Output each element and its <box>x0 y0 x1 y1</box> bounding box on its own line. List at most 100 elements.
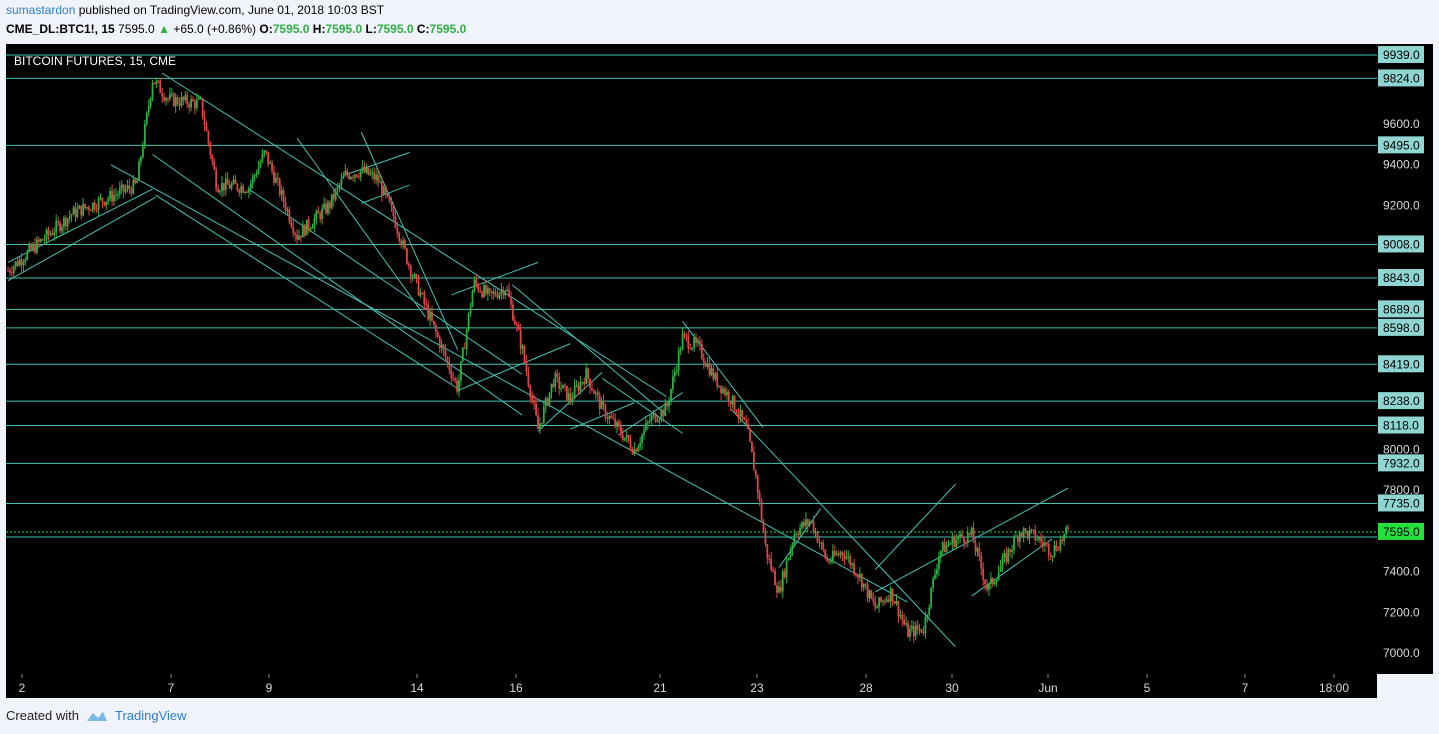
candle-body <box>849 556 852 566</box>
candle-body <box>650 415 653 421</box>
candle-body <box>778 586 780 593</box>
candle-body <box>336 186 339 190</box>
candle-body <box>311 227 314 229</box>
candle-body <box>806 519 809 525</box>
candle-body <box>656 420 659 422</box>
candle-body <box>795 534 798 536</box>
candle-body <box>284 202 287 211</box>
x-tick-label: 16 <box>509 681 523 695</box>
candle-body <box>28 244 31 251</box>
candle-body <box>812 520 815 533</box>
candle-body <box>758 492 761 501</box>
candle-body <box>286 209 289 211</box>
candle-body <box>18 259 21 266</box>
candle-body <box>494 291 497 296</box>
candle-body <box>1055 545 1058 551</box>
candle-body <box>1005 553 1008 562</box>
candle-body <box>708 363 711 376</box>
tradingview-link[interactable]: TradingView <box>115 708 187 723</box>
x-tick-label: 21 <box>653 681 667 695</box>
candle-body <box>70 214 73 217</box>
candle-body <box>598 394 601 409</box>
candle-body <box>332 194 335 200</box>
candle-body <box>444 349 447 358</box>
candle-body <box>1042 541 1044 546</box>
plot-area[interactable] <box>6 44 1377 674</box>
candle-body <box>255 173 258 176</box>
candle-body <box>600 400 603 409</box>
candle-body <box>912 626 915 637</box>
candle-body <box>772 569 775 571</box>
candle-body <box>20 259 23 265</box>
candle-body <box>232 179 235 185</box>
candle-body <box>211 155 214 162</box>
candle-body <box>190 98 192 108</box>
candle-body <box>303 225 306 236</box>
candle-body <box>149 97 152 106</box>
x-tick-label: Jun <box>1038 681 1057 695</box>
x-tick-label: 30 <box>945 681 959 695</box>
candle-body <box>78 205 81 209</box>
candle-body <box>739 410 742 417</box>
candle-body <box>327 202 329 214</box>
candle-body <box>99 197 102 199</box>
candle-body <box>186 95 189 105</box>
candle-body <box>338 184 341 187</box>
candle-body <box>438 337 441 349</box>
candle-body <box>735 410 738 415</box>
candle-body <box>400 240 403 246</box>
candle-body <box>712 368 715 380</box>
candle-body <box>136 180 139 184</box>
candle-body <box>984 579 987 585</box>
candle-body <box>433 320 435 325</box>
candle-body <box>342 175 345 179</box>
candle-body <box>288 209 291 222</box>
candle-body <box>1049 554 1052 557</box>
candle-body <box>596 392 599 395</box>
candle-body <box>496 295 499 298</box>
tradingview-logo-icon <box>86 711 107 721</box>
candle-body <box>959 533 961 538</box>
candle-body <box>585 368 588 385</box>
level-label: 8118.0 <box>1383 419 1419 433</box>
candle-body <box>153 82 156 85</box>
candle-body <box>700 344 703 359</box>
candle-body <box>670 389 672 402</box>
candle-body <box>893 601 896 604</box>
candle-body <box>974 542 977 552</box>
candle-body <box>781 571 784 592</box>
candle-body <box>666 403 669 407</box>
candle-body <box>687 336 690 349</box>
candle-body <box>722 388 724 394</box>
candle-body <box>481 291 484 297</box>
candle-body <box>964 542 967 544</box>
candle-body <box>199 98 202 100</box>
candle-body <box>804 519 807 527</box>
candle-body <box>244 191 246 193</box>
candle-body <box>357 176 360 178</box>
candle-body <box>249 183 252 189</box>
candle-body <box>93 202 96 210</box>
candle-body <box>450 370 453 378</box>
candle-body <box>560 388 563 390</box>
candle-body <box>745 419 748 425</box>
candle-body <box>697 341 699 343</box>
time-axis[interactable] <box>6 674 1377 698</box>
candle-body <box>529 385 532 397</box>
candle-body <box>583 382 586 385</box>
candle-body <box>1053 545 1056 556</box>
candle-body <box>12 266 15 274</box>
chart-canvas[interactable]: BITCOIN FUTURES, 15, CME 9600.0 9400.0 920… <box>0 0 1439 700</box>
candle-body <box>109 190 112 199</box>
candle-body <box>851 563 854 566</box>
candle-body <box>941 542 944 551</box>
candle-body <box>768 558 771 560</box>
candle-body <box>1059 539 1062 551</box>
candle-body <box>477 284 480 291</box>
candle-body <box>592 390 595 394</box>
candle-body <box>39 239 42 242</box>
level-label: 8689.0 <box>1383 302 1420 316</box>
candle-body <box>30 244 33 250</box>
candle-body <box>830 560 832 562</box>
candle-body <box>502 289 505 296</box>
